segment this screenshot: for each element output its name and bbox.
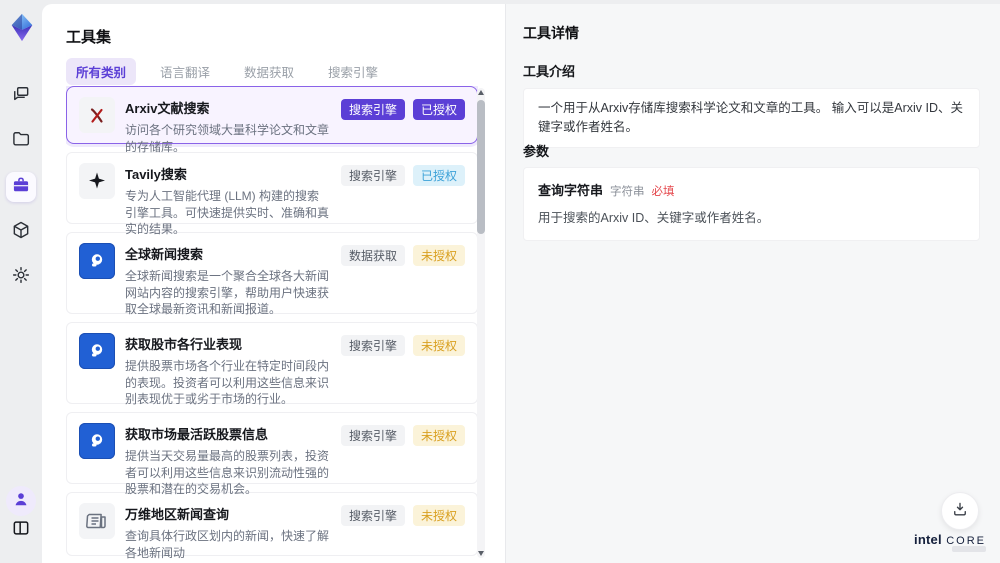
sidebar-item-chat[interactable]	[6, 81, 36, 111]
param-name: 查询字符串	[538, 183, 604, 198]
sidebar-item-toolbox[interactable]	[6, 172, 36, 202]
scroll-down-arrow-icon[interactable]	[478, 551, 484, 556]
param-type: 字符串	[610, 186, 645, 198]
layout-columns-icon	[11, 518, 31, 543]
category-badge: 搜索引擎	[340, 99, 405, 120]
tool-card-active-stocks[interactable]: 获取市场最活跃股票信息 提供当天交易量最高的股票列表，投资者可以利用这些信息来识…	[66, 412, 478, 496]
sidebar-item-files[interactable]	[6, 126, 36, 156]
tool-name: 万维地区新闻查询	[125, 507, 230, 522]
category-badge: 数据获取	[340, 245, 405, 266]
tool-desc: 查询具体行政区划内的新闻，快速了解各地新闻动	[125, 529, 330, 560]
tool-desc: 专为人工智能代理 (LLM) 构建的搜索引擎工具。可快速提供实时、准确和真实的结…	[125, 189, 330, 237]
category-badge: 搜索引擎	[340, 335, 405, 356]
main-panel: 工具集 所有类别 语言翻译 数据获取 搜索引擎 Arxiv文献搜索 访问各个研究…	[42, 4, 1000, 563]
tavily-star-icon	[79, 163, 115, 199]
category-badge: 搜索引擎	[340, 425, 405, 446]
page-title: 工具集	[66, 29, 112, 46]
stock-search-icon	[79, 333, 115, 369]
tool-card-tavily[interactable]: Tavily搜索 专为人工智能代理 (LLM) 构建的搜索引擎工具。可快速提供实…	[66, 152, 478, 236]
params-heading: 参数	[523, 144, 550, 159]
tool-name: Tavily搜索	[125, 167, 187, 182]
cube-icon	[11, 220, 31, 245]
left-rail	[0, 0, 42, 563]
auth-badge: 未授权	[412, 505, 465, 526]
category-tabs: 所有类别 语言翻译 数据获取 搜索引擎	[66, 58, 388, 85]
param-desc: 用于搜索的Arxiv ID、关键字或作者姓名。	[538, 211, 770, 225]
auth-badge: 未授权	[412, 245, 465, 266]
scroll-up-arrow-icon[interactable]	[478, 90, 484, 95]
download-icon	[951, 500, 969, 523]
newspaper-icon	[79, 503, 115, 539]
sidebar-item-panels[interactable]	[6, 515, 36, 545]
briefcase-icon	[11, 175, 31, 200]
brand-intel-text: intel	[914, 532, 942, 547]
arxiv-icon	[79, 97, 115, 133]
tab-data-fetch[interactable]: 数据获取	[234, 58, 304, 85]
tool-desc: 提供股票市场各个行业在特定时间段内的表现。投资者可以利用这些信息来识别表现优于或…	[125, 359, 330, 407]
param-required-flag: 必填	[651, 186, 675, 198]
tool-card-sector-performance[interactable]: 获取股市各行业表现 提供股票市场各个行业在特定时间段内的表现。投资者可以利用这些…	[66, 322, 478, 406]
tool-name: Arxiv文献搜索	[125, 101, 210, 116]
folder-icon	[11, 129, 31, 154]
intro-heading: 工具介绍	[523, 64, 576, 79]
gear-icon	[11, 265, 31, 290]
tool-name: 全球新闻搜索	[125, 247, 204, 262]
sidebar-item-settings[interactable]	[6, 262, 36, 292]
tool-name: 获取市场最活跃股票信息	[125, 427, 269, 442]
user-icon	[11, 489, 31, 514]
tool-desc: 全球新闻搜索是一个聚合全球各大新闻网站内容的搜索引擎，帮助用户快速获取全球最新资…	[125, 269, 330, 317]
auth-badge: 未授权	[412, 425, 465, 446]
category-badge: 搜索引擎	[340, 165, 405, 186]
tool-desc: 访问各个研究领域大量科学论文和文章的存储库。	[125, 123, 330, 154]
details-title: 工具详情	[523, 25, 579, 41]
tool-desc: 提供当天交易量最高的股票列表，投资者可以利用这些信息来识别流动性强的股票和潜在的…	[125, 449, 330, 497]
stock-search-icon	[79, 423, 115, 459]
tool-card-global-news[interactable]: 全球新闻搜索 全球新闻搜索是一个聚合全球各大新闻网站内容的搜索引擎，帮助用户快速…	[66, 232, 478, 316]
category-badge: 搜索引擎	[340, 505, 405, 526]
news-search-icon	[79, 243, 115, 279]
tab-search-engine[interactable]: 搜索引擎	[318, 58, 388, 85]
intro-box: 一个用于从Arxiv存储库搜索科学论文和文章的工具。 输入可以是Arxiv ID…	[523, 88, 980, 148]
tool-list: Arxiv文献搜索 访问各个研究领域大量科学论文和文章的存储库。 搜索引擎 已授…	[66, 86, 478, 563]
tool-card-regional-news[interactable]: 万维地区新闻查询 查询具体行政区划内的新闻，快速了解各地新闻动 搜索引擎 未授权	[66, 492, 478, 560]
tab-all-categories[interactable]: 所有类别	[66, 58, 137, 85]
tool-list-scrollbar[interactable]	[477, 88, 485, 558]
tool-name: 获取股市各行业表现	[125, 337, 243, 352]
auth-badge: 已授权	[412, 165, 465, 186]
auth-badge: 未授权	[412, 335, 465, 356]
intro-text: 一个用于从Arxiv存储库搜索科学论文和文章的工具。 输入可以是Arxiv ID…	[538, 101, 964, 134]
scrollbar-thumb[interactable]	[477, 100, 485, 234]
auth-badge: 已授权	[412, 99, 465, 120]
brand-subtitle-bar	[952, 546, 986, 552]
sidebar-item-packages[interactable]	[6, 217, 36, 247]
param-card: 查询字符串 字符串 必填 用于搜索的Arxiv ID、关键字或作者姓名。	[523, 167, 980, 241]
sidebar-item-account[interactable]	[6, 486, 36, 516]
tool-card-arxiv[interactable]: Arxiv文献搜索 访问各个研究领域大量科学论文和文章的存储库。 搜索引擎 已授…	[66, 86, 478, 154]
tool-details-panel: 工具详情 工具介绍 一个用于从Arxiv存储库搜索科学论文和文章的工具。 输入可…	[505, 4, 1000, 563]
app-logo[interactable]	[7, 12, 37, 44]
download-button[interactable]	[941, 492, 979, 530]
chat-icon	[11, 84, 31, 109]
tab-language-translation[interactable]: 语言翻译	[150, 58, 220, 85]
